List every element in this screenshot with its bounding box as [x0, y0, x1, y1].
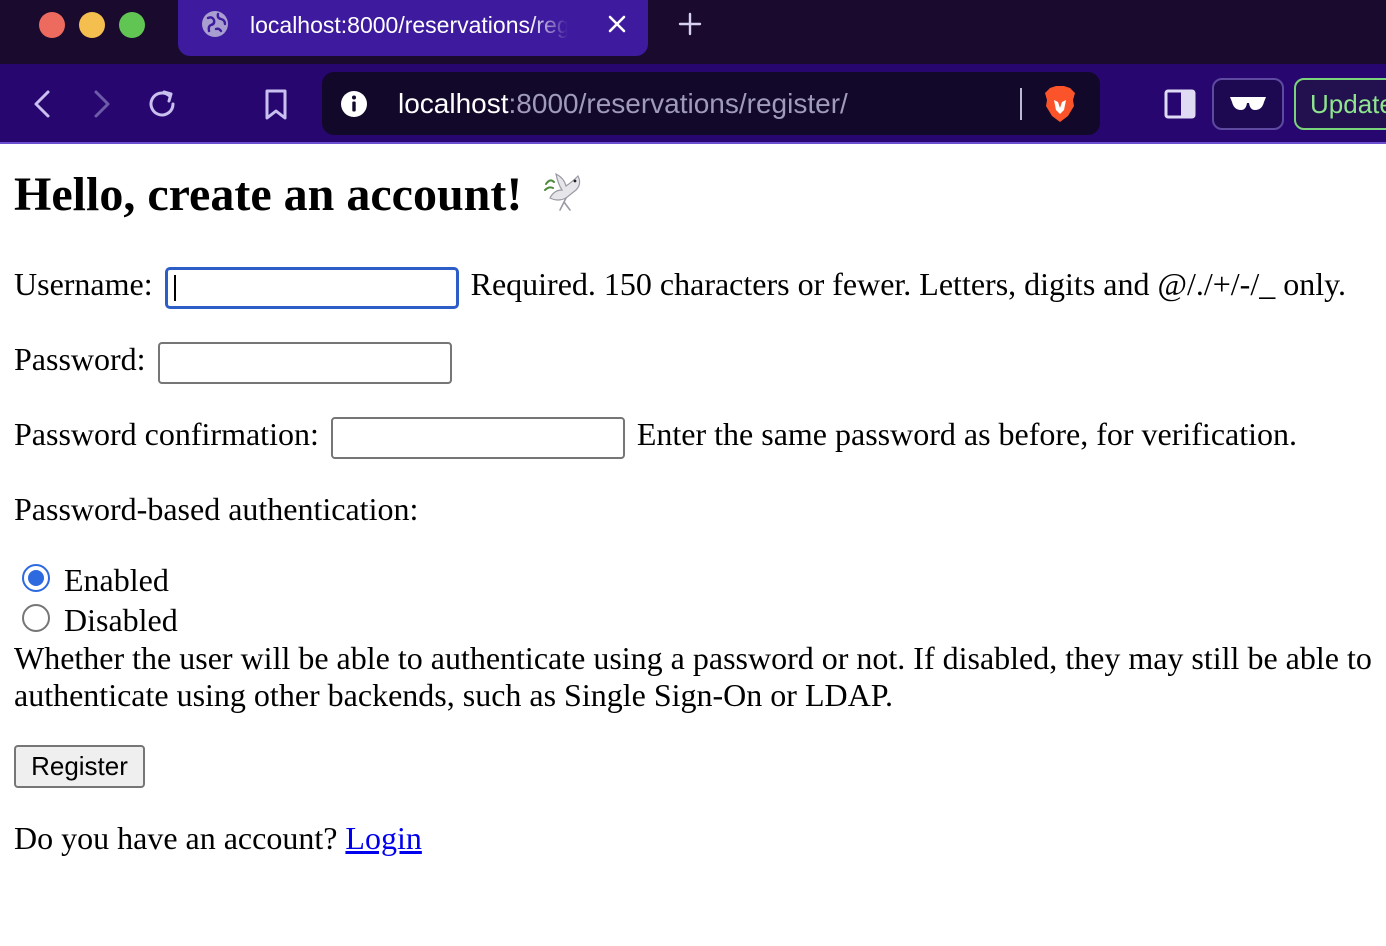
close-icon[interactable] [604, 11, 630, 37]
dove-icon [544, 172, 581, 211]
private-window-button[interactable] [1212, 78, 1284, 130]
bookmark-icon[interactable] [256, 84, 296, 124]
info-icon[interactable] [340, 90, 368, 118]
register-button[interactable]: Register [14, 745, 145, 788]
radio-disabled[interactable] [22, 604, 50, 632]
address-bar[interactable]: localhost:8000/reservations/register/ [322, 72, 1100, 135]
auth-help: Whether the user will be able to authent… [14, 640, 1372, 713]
password-confirmation-help: Enter the same password as before, for v… [636, 416, 1298, 452]
radio-enabled-label[interactable]: Enabled [64, 560, 169, 600]
window-minimize-button[interactable] [79, 12, 105, 38]
sidebar-panel-icon[interactable] [1160, 84, 1200, 124]
window-zoom-button[interactable] [119, 12, 145, 38]
auth-label: Password-based authentication: [14, 491, 419, 527]
text-caret [173, 274, 176, 301]
radio-disabled-label[interactable]: Disabled [64, 600, 178, 640]
active-tab[interactable]: localhost:8000/reservations/register/ [178, 0, 648, 56]
password-confirmation-input[interactable] [330, 416, 625, 459]
url-path: :8000/reservations/register/ [508, 88, 848, 119]
globe-icon [202, 11, 228, 37]
reload-icon[interactable] [142, 84, 182, 124]
plus-icon[interactable] [676, 10, 704, 38]
password-input[interactable] [157, 341, 452, 384]
login-question: Do you have an account? [14, 820, 338, 856]
username-row: Username: Required. 150 characters or fe… [14, 264, 1346, 309]
page-title: Hello, create an account! [14, 168, 590, 221]
password-confirmation-row: Password confirmation: Enter the same pa… [14, 414, 1297, 459]
window-close-button[interactable] [39, 12, 65, 38]
tab-title: localhost:8000/reservations/register/ [250, 12, 568, 38]
password-row: Password: [14, 339, 456, 384]
radio-enabled[interactable] [22, 564, 50, 592]
username-label: Username: [14, 266, 153, 302]
chevron-right-icon[interactable] [82, 84, 122, 124]
brave-lion-icon[interactable] [1042, 84, 1078, 124]
password-confirmation-label: Password confirmation: [14, 416, 319, 452]
browser-tab-strip: localhost:8000/reservations/register/ [0, 0, 1386, 64]
login-prompt: Do you have an account? Login [14, 818, 422, 858]
username-input[interactable] [164, 266, 459, 309]
update-button[interactable]: Update [1294, 78, 1386, 130]
browser-toolbar: localhost:8000/reservations/register/ Up… [0, 64, 1386, 144]
address-url[interactable]: localhost:8000/reservations/register/ [398, 86, 848, 122]
chevron-left-icon[interactable] [22, 84, 62, 124]
page-heading-text: Hello, create an account! [14, 168, 523, 221]
glasses-icon [1230, 97, 1266, 110]
address-divider [1020, 88, 1022, 120]
username-help: Required. 150 characters or fewer. Lette… [470, 266, 1347, 302]
password-label: Password: [14, 341, 146, 377]
login-link[interactable]: Login [345, 820, 421, 856]
url-host: localhost [398, 88, 509, 119]
